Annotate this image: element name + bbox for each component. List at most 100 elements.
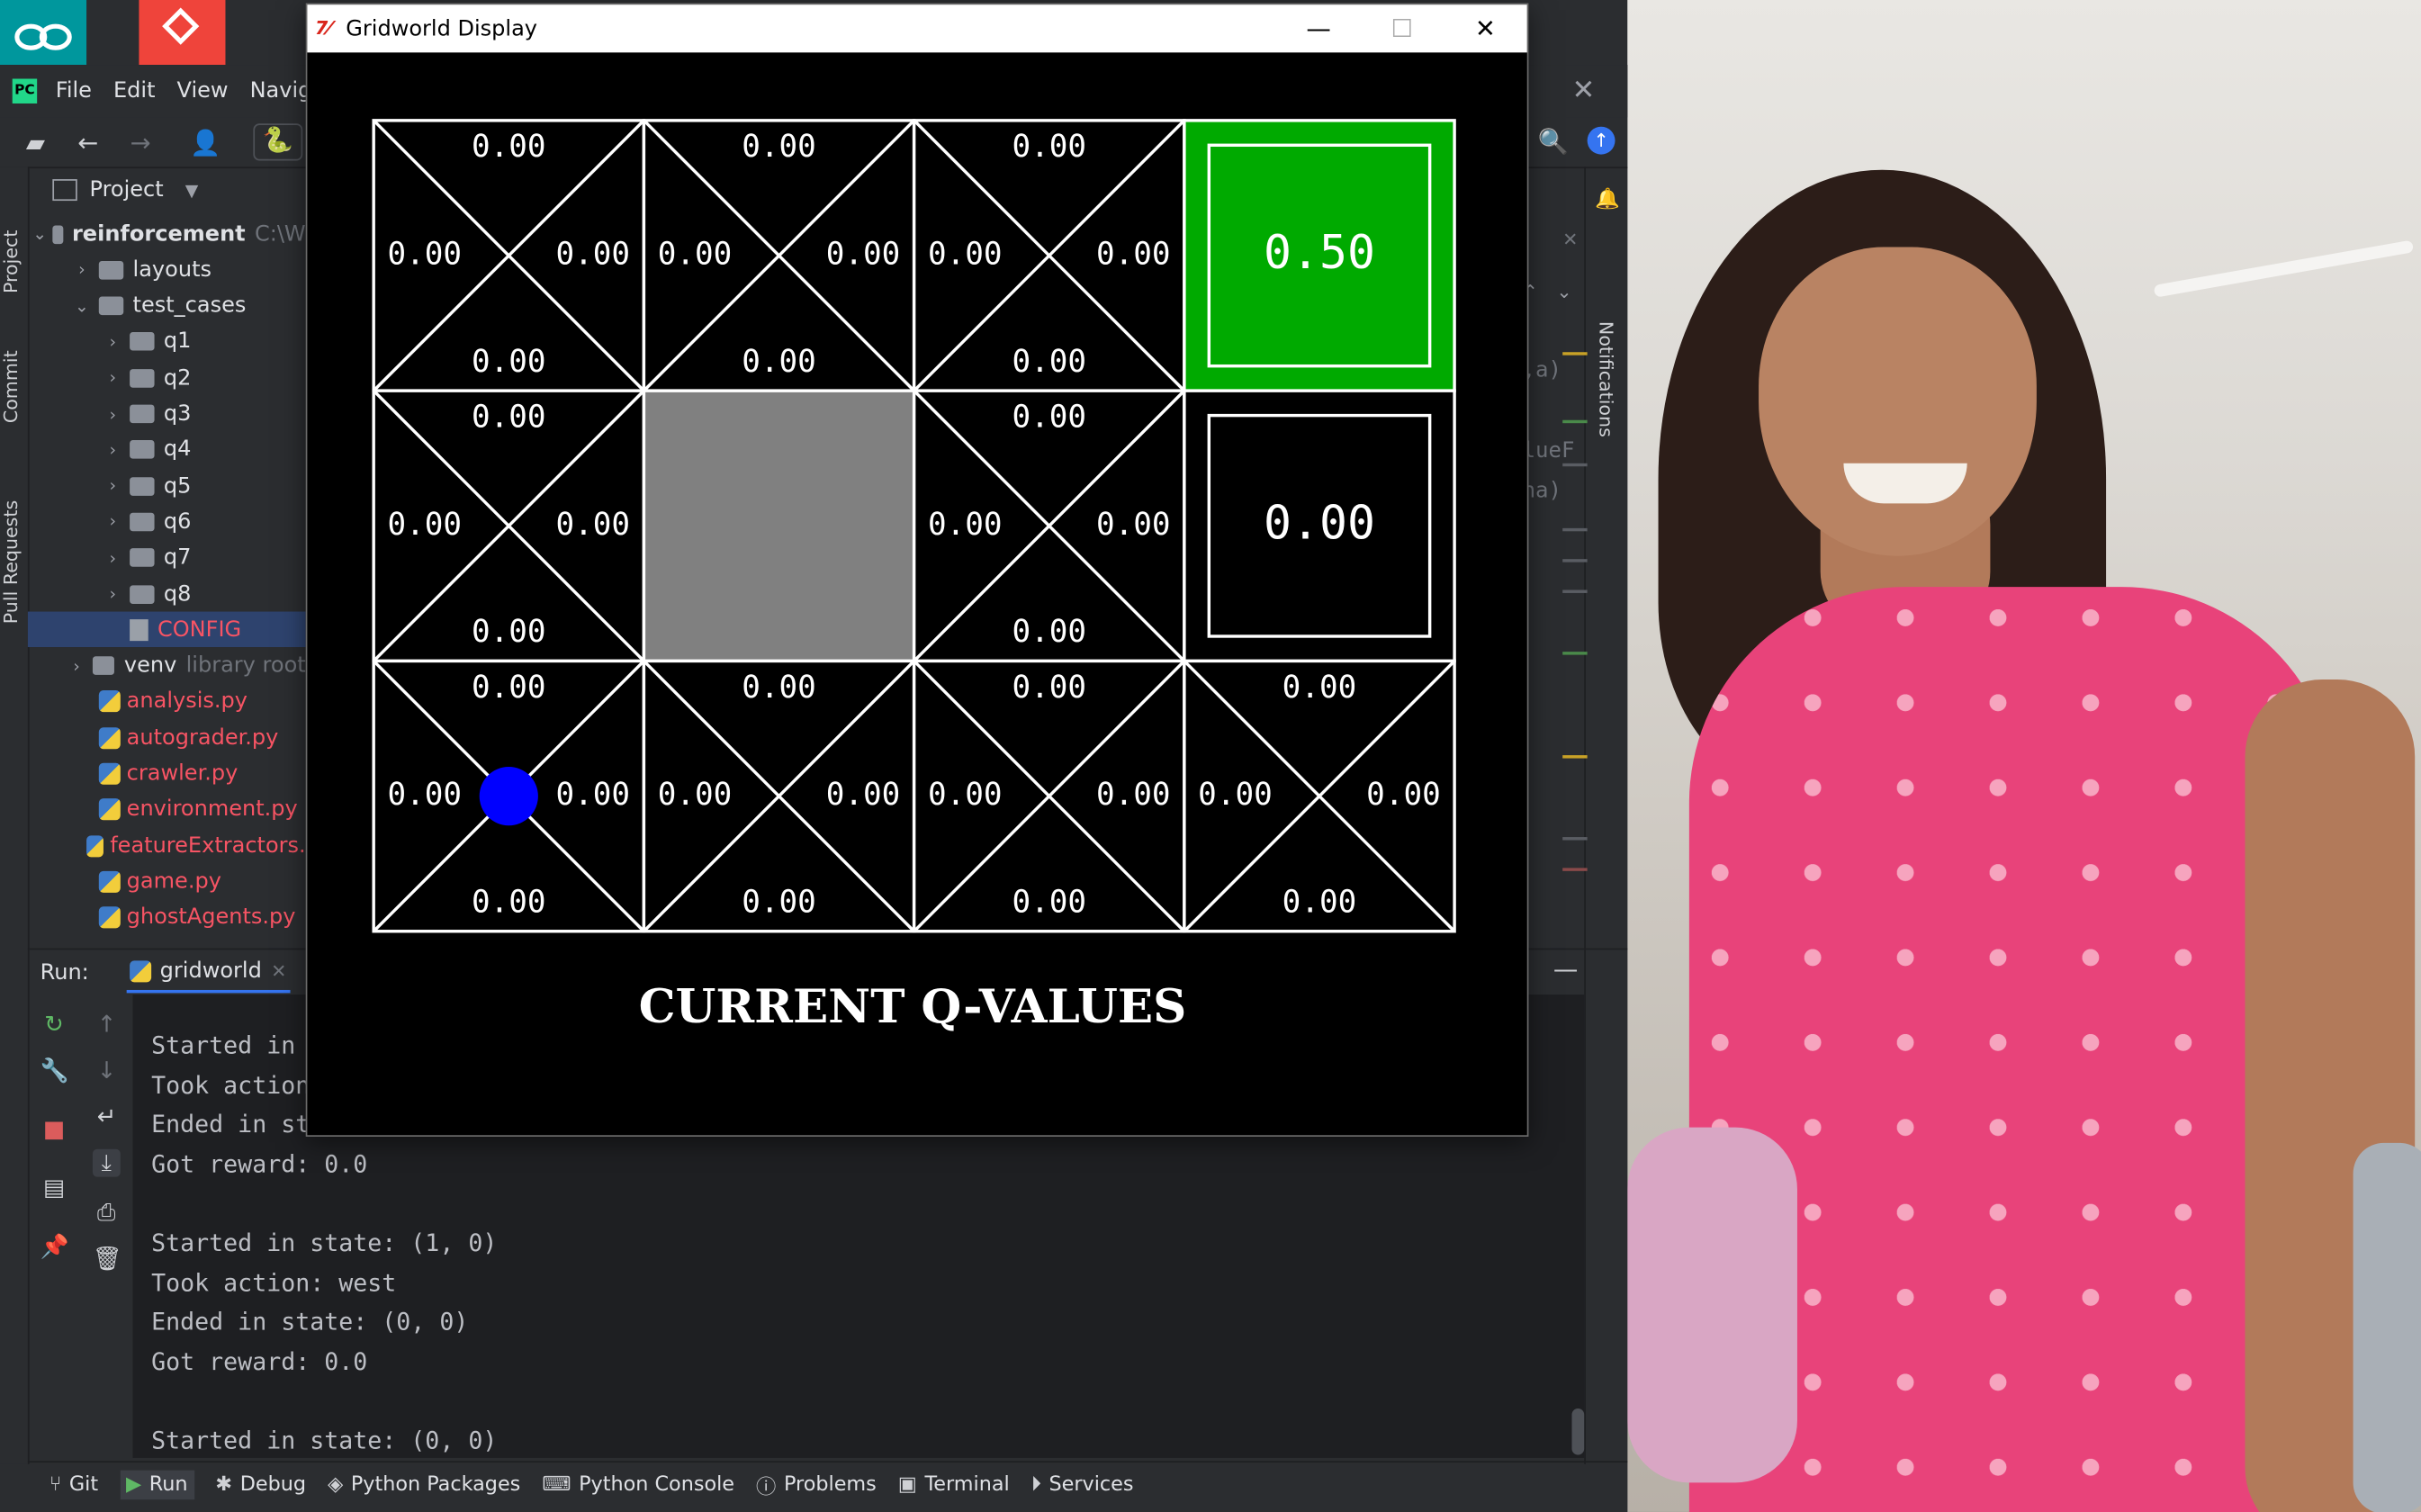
services-icon: ⏵ [1030, 1472, 1041, 1496]
pin-icon[interactable]: 📌 [40, 1232, 69, 1260]
folder-icon [130, 584, 155, 604]
scroll-marker [1562, 837, 1588, 841]
trash-icon[interactable]: 🗑 [93, 1245, 122, 1273]
tree-item[interactable]: › q8 [28, 576, 306, 611]
q-value-east: 0.00 [1366, 777, 1441, 813]
bottom-tab-python-console[interactable]: ⌨ Python Console [542, 1472, 734, 1496]
chevron-right-icon[interactable]: › [102, 476, 123, 496]
bottom-tab-debug[interactable]: ✱ Debug [215, 1472, 306, 1496]
scroll-to-end-icon[interactable]: ⤓ [92, 1148, 121, 1177]
python-file-icon [98, 726, 121, 749]
chevron-right-icon[interactable]: › [102, 440, 123, 460]
menu-view[interactable]: View [177, 79, 229, 104]
tab-commit[interactable]: Commit [0, 315, 28, 423]
bottom-tab-label: Git [68, 1472, 99, 1496]
wall-cell [642, 389, 916, 663]
tree-item[interactable]: game.py [28, 864, 306, 899]
up-arrow-icon[interactable]: ↑ [93, 1010, 121, 1038]
minimize-button[interactable]: — [1283, 4, 1354, 52]
python-file-icon [98, 906, 121, 929]
chevron-down-icon[interactable]: ⌄ [32, 224, 47, 244]
q-value-south: 0.00 [472, 344, 546, 380]
project-label[interactable]: Project [90, 177, 164, 202]
chevron-right-icon[interactable]: › [102, 368, 123, 388]
down-arrow-icon[interactable]: ↓ [93, 1057, 121, 1084]
soft-wrap-icon[interactable]: ↵ [93, 1102, 121, 1130]
maximize-button[interactable]: ☐ [1366, 4, 1437, 52]
tab-notifications[interactable]: Notifications [1595, 321, 1616, 437]
search-icon[interactable]: 🔍 [1538, 127, 1569, 157]
bottom-tab-run[interactable]: ▶ Run [120, 1469, 194, 1499]
tab-project[interactable]: Project [0, 185, 28, 293]
chevron-down-icon[interactable]: ▼ [185, 180, 199, 200]
tree-item[interactable]: › q1 [28, 324, 306, 359]
menu-file[interactable]: File [56, 79, 92, 104]
minimize-panel-icon[interactable]: — [1553, 954, 1578, 984]
tree-item[interactable]: featureExtractors. [28, 828, 306, 863]
tree-item[interactable]: ghostAgents.py [28, 900, 306, 935]
chevron-right-icon[interactable]: › [102, 512, 123, 532]
layout-icon[interactable]: ▤ [40, 1174, 68, 1202]
tree-item-label: game.py [126, 868, 221, 895]
arduino-icon[interactable] [0, 0, 87, 66]
tree-item[interactable]: › q6 [28, 504, 306, 539]
tree-item[interactable]: › q2 [28, 360, 306, 395]
close-icon[interactable]: ✕ [1571, 74, 1595, 106]
python-run-config-icon[interactable]: 🐍 [253, 123, 303, 161]
anydesk-icon[interactable] [139, 0, 226, 66]
run-tab-gridworld[interactable]: gridworld ✕ [125, 953, 290, 994]
tree-item[interactable]: ⌄ reinforcement C:\W [28, 216, 306, 251]
tree-item[interactable]: › q7 [28, 540, 306, 575]
tree-item[interactable]: › venv library root [28, 648, 306, 683]
bottom-tab-label: Debug [239, 1472, 307, 1496]
close-editor-icon[interactable]: ✕ [1562, 229, 1578, 250]
open-folder-icon[interactable]: ▰ [19, 128, 53, 158]
q-value-west: 0.00 [1198, 777, 1273, 813]
bottom-tab-problems[interactable]: ⓘ Problems [756, 1470, 877, 1498]
stop-icon[interactable]: ■ [40, 1115, 68, 1143]
close-tab-icon[interactable]: ✕ [271, 960, 286, 982]
tree-item[interactable]: ⌄ test_cases [28, 288, 306, 323]
run-actions-left: ↻ 🔧 ■ ▤ 📌 [28, 994, 80, 1458]
terminal-icon: ▣ [897, 1472, 917, 1496]
tree-item[interactable]: › q3 [28, 396, 306, 431]
tree-item[interactable]: environment.py [28, 792, 306, 827]
notifications-icon[interactable]: 🔔 [1595, 188, 1620, 212]
gridworld-canvas[interactable]: 0.00 0.00 0.00 0.00 0.00 0.00 0.00 0.00 0.00 0.00… [307, 52, 1526, 1133]
back-arrow-icon[interactable]: ← [71, 128, 105, 158]
q-value-west: 0.00 [658, 236, 733, 272]
chevron-right-icon[interactable]: › [102, 584, 123, 604]
wrench-icon[interactable]: 🔧 [40, 1057, 69, 1084]
pycharm-logo-icon: PC [12, 78, 38, 104]
close-button[interactable]: ✕ [1450, 4, 1521, 52]
bottom-tab-python-packages[interactable]: ◈ Python Packages [328, 1472, 520, 1496]
chevron-right-icon[interactable]: › [102, 332, 123, 352]
chevron-right-icon[interactable]: › [102, 548, 123, 568]
chevron-right-icon[interactable]: › [67, 656, 86, 676]
tab-pull-requests[interactable]: Pull Requests [0, 454, 28, 624]
chevron-down-icon[interactable]: ⌄ [1556, 281, 1571, 302]
print-icon[interactable]: ⎙ [93, 1199, 121, 1227]
folder-icon [130, 368, 155, 388]
rerun-icon[interactable]: ↻ [40, 1010, 68, 1038]
forward-arrow-icon[interactable]: → [123, 128, 158, 158]
chevron-right-icon[interactable]: › [102, 404, 123, 424]
chevron-down-icon[interactable]: ⌄ [71, 296, 93, 316]
menu-navigate[interactable]: Navig [250, 79, 312, 104]
tree-item[interactable]: autograder.py [28, 720, 306, 755]
left-tool-strip: Project Commit Pull Requests [0, 166, 30, 1464]
tree-item[interactable]: › q5 [28, 468, 306, 503]
tree-item[interactable]: crawler.py [28, 756, 306, 791]
bottom-tab-git[interactable]: ⑂ Git [50, 1472, 98, 1496]
user-icon[interactable]: 👤 [188, 128, 222, 158]
bottom-tab-terminal[interactable]: ▣ Terminal [898, 1472, 1010, 1496]
console-scrollbar[interactable] [1571, 1408, 1585, 1455]
tree-item[interactable]: › q4 [28, 432, 306, 467]
menu-edit[interactable]: Edit [113, 79, 156, 104]
update-icon[interactable]: ↑ [1587, 126, 1616, 155]
tree-item[interactable]: › layouts [28, 252, 306, 287]
chevron-right-icon[interactable]: › [71, 260, 93, 280]
bottom-tab-services[interactable]: ⏵ Services [1031, 1472, 1134, 1496]
tree-item[interactable]: CONFIG [27, 612, 306, 648]
tree-item[interactable]: analysis.py [28, 684, 306, 719]
